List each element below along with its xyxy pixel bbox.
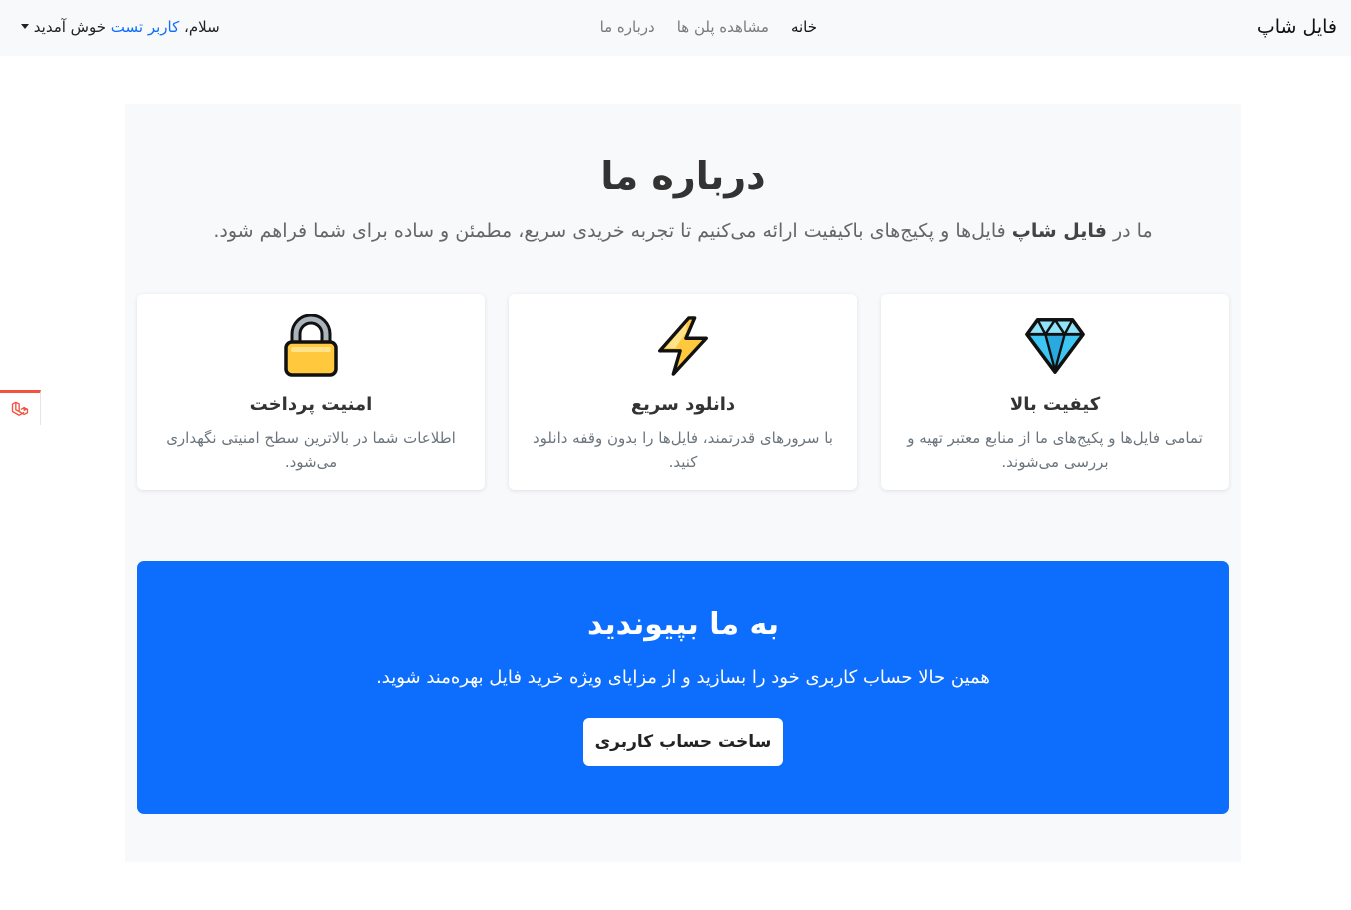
brand-logo-link[interactable]: فایل شاپ	[1257, 16, 1337, 38]
caret-down-icon	[21, 24, 29, 29]
laravel-logo-icon	[11, 401, 29, 416]
feature-description: با سرورهای قدرتمند، فایل‌ها را بدون وقفه…	[533, 429, 833, 471]
create-account-button[interactable]: ساخت حساب کاربری	[583, 718, 783, 766]
feature-card-security: امنیت پرداخت اطلاعات شما در بالاترین سطح…	[137, 294, 485, 490]
feature-card-speed: دانلود سریع با سرورهای قدرتمند، فایل‌ها …	[509, 294, 857, 490]
greeting-prefix: سلام،	[184, 18, 220, 36]
lock-icon	[284, 314, 338, 377]
about-subtitle: ما در فایل شاپ فایل‌ها و پکیج‌های باکیفی…	[125, 220, 1241, 242]
navbar: فایل شاپ خانه مشاهده پلن ها درباره ما سل…	[0, 0, 1351, 56]
feature-title: دانلود سریع	[630, 394, 736, 415]
nav-links: خانه مشاهده پلن ها درباره ما	[600, 18, 817, 36]
feature-card-quality: کیفیت بالا تمامی فایل‌ها و پکیج‌های ما ا…	[881, 294, 1229, 490]
lightning-icon	[658, 316, 708, 376]
subtitle-brand: فایل شاپ	[1011, 220, 1107, 242]
nav-link-about[interactable]: درباره ما	[600, 18, 655, 36]
user-dropdown-toggle[interactable]: سلام، کاربر تست خوش آمدید	[16, 18, 220, 36]
feature-title: کیفیت بالا	[1009, 394, 1101, 415]
nav-link-plans[interactable]: مشاهده پلن ها	[677, 18, 769, 36]
page-title: درباره ما	[600, 154, 766, 198]
feature-title: امنیت پرداخت	[249, 394, 373, 415]
greeting-suffix: خوش آمدید	[33, 18, 107, 36]
user-name: کاربر تست	[110, 18, 180, 36]
cta-text: همین حالا حساب کاربری خود را بسازید و از…	[376, 667, 990, 688]
subtitle-prefix: ما در	[1113, 220, 1153, 242]
join-cta-box: به ما بپیوندید همین حالا حساب کاربری خود…	[137, 561, 1229, 814]
diamond-icon	[1025, 318, 1085, 374]
cta-title: به ما بپیوندید	[587, 607, 779, 642]
subtitle-rest: فایل‌ها و پکیج‌های باکیفیت ارائه می‌کنیم…	[213, 220, 1006, 242]
nav-link-home[interactable]: خانه	[791, 18, 817, 36]
about-section: درباره ما ما در فایل شاپ فایل‌ها و پکیج‌…	[125, 104, 1241, 862]
feature-description: اطلاعات شما در بالاترین سطح امنیتی نگهدا…	[166, 429, 456, 471]
debug-toolbar-toggle[interactable]	[0, 390, 41, 425]
feature-description: تمامی فایل‌ها و پکیج‌های ما از منابع معت…	[907, 429, 1203, 471]
